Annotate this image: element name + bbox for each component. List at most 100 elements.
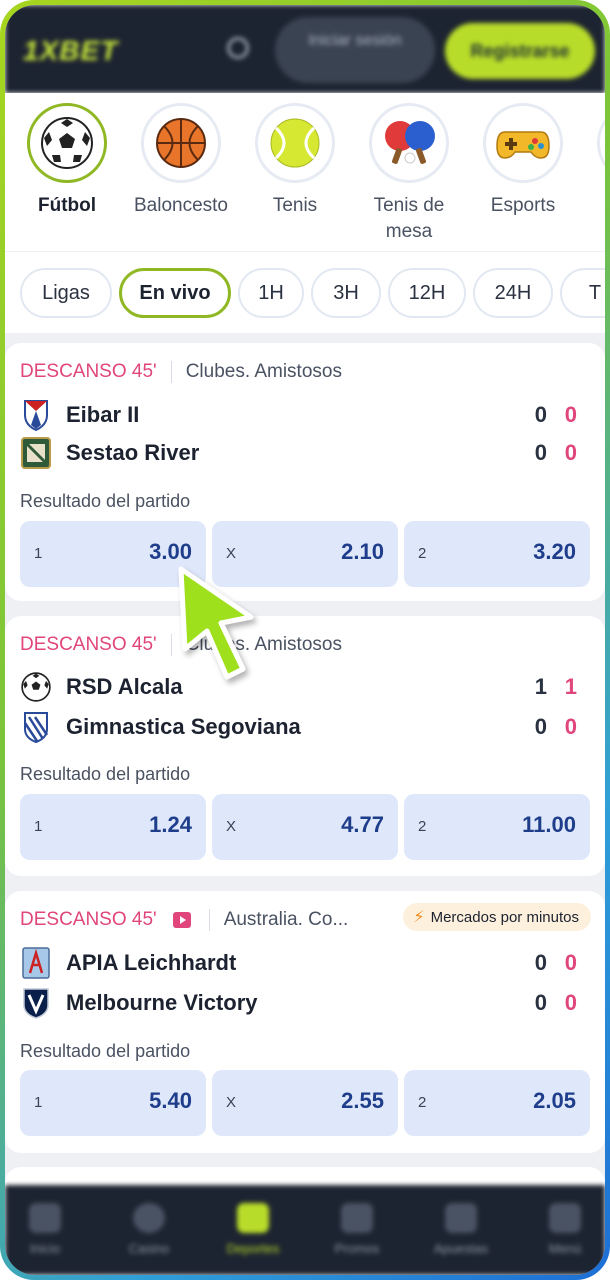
sports-carousel: Fútbol Baloncesto Tenis Tenis de mesa Es… (5, 93, 605, 251)
sport-item-baloncesto[interactable]: Baloncesto (131, 103, 231, 219)
login-button[interactable]: Iniciar sesión (275, 17, 435, 83)
score-period: 0 (564, 990, 577, 1015)
team-name: Sestao River (66, 440, 200, 465)
home-score: 0 0 (517, 945, 577, 981)
sport-label: Baloncesto (133, 195, 228, 216)
filter-chip-ligas[interactable]: Ligas (20, 268, 112, 318)
match-card[interactable]: DESCANSO 45' Clubes. Amistosos RSD Alcal… (5, 616, 605, 876)
away-team: Sestao River (20, 435, 199, 471)
nav-item-promos[interactable]: Promos (317, 1203, 397, 1256)
live-stream-icon[interactable] (172, 912, 191, 928)
time-filter-bar: Ligas En vivo 1H 3H 12H 24H T (5, 251, 605, 333)
ping-pong-icon (369, 103, 449, 183)
sport-item-esports[interactable]: Esports (473, 103, 573, 219)
soccer-ball-icon (27, 103, 107, 183)
gift-icon (341, 1203, 373, 1233)
pointer-arrow-icon (178, 566, 254, 680)
sport-item-tenis-de-mesa[interactable]: Tenis de mesa (359, 103, 459, 245)
device-frame: 1XBET Iniciar sesión Registrarse Fútbol (0, 0, 610, 1280)
nav-item-inicio[interactable]: Inicio (5, 1203, 85, 1256)
match-card[interactable]: DESCANSO 45' Clubes. Amistosos Eibar II … (5, 343, 605, 601)
divider (208, 909, 210, 931)
nav-label: Casino (128, 1241, 170, 1256)
minute-markets-badge[interactable]: ⚡ Mercados por minutos (403, 903, 591, 931)
sport-label: Tenis (272, 195, 318, 216)
nav-item-menu[interactable]: Menú (525, 1203, 605, 1256)
odd-value: 2.55 (341, 1088, 384, 1113)
filter-chip-24h[interactable]: 24H (473, 268, 553, 318)
odd-key: 1 (34, 1094, 43, 1111)
casino-icon (133, 1203, 165, 1233)
team-name: Melbourne Victory (66, 990, 258, 1015)
odd-key: 2 (418, 1094, 427, 1111)
soccer-ball-icon (20, 671, 52, 703)
odd-value: 4.77 (341, 812, 384, 837)
score-period: 0 (564, 440, 577, 465)
filter-chip-more[interactable]: T (560, 268, 605, 318)
sport-item-partial[interactable]: E (587, 103, 605, 219)
segoviana-crest-icon (20, 711, 52, 743)
sport-label: Tenis de mesa (373, 195, 445, 242)
score-main: 0 (534, 950, 547, 975)
home-team: APIA Leichhardt (20, 945, 236, 981)
score-main: 0 (534, 714, 547, 739)
divider (170, 361, 172, 383)
nav-item-deportes[interactable]: Deportes (213, 1203, 293, 1256)
home-team: RSD Alcala (20, 669, 183, 705)
sport-item-futbol[interactable]: Fútbol (17, 103, 117, 219)
odd-key: X (226, 818, 237, 835)
odd-button-2[interactable]: 2 2.05 (404, 1070, 590, 1136)
filter-chip-3h[interactable]: 3H (311, 268, 381, 318)
filter-chip-en-vivo[interactable]: En vivo (119, 268, 231, 318)
odd-key: 2 (418, 818, 427, 835)
match-card[interactable]: DESCANSO 45' Australia. Co... ⚡ Mercados… (5, 891, 605, 1153)
odd-button-2[interactable]: 2 3.20 (404, 521, 590, 587)
score-period: 1 (564, 674, 577, 699)
away-score: 0 0 (517, 985, 577, 1021)
odd-button-2[interactable]: 2 11.00 (404, 794, 590, 860)
filter-chip-1h[interactable]: 1H (238, 268, 304, 318)
search-icon[interactable] (227, 37, 249, 59)
nav-label: Inicio (29, 1241, 61, 1256)
sport-item-tenis[interactable]: Tenis (245, 103, 345, 219)
app-header: 1XBET Iniciar sesión Registrarse (5, 5, 605, 93)
team-name: APIA Leichhardt (66, 950, 237, 975)
score-period: 0 (564, 402, 577, 427)
match-meta: DESCANSO 45' Australia. Co... (20, 907, 348, 933)
odd-value: 5.40 (149, 1088, 192, 1113)
score-period: 0 (564, 950, 577, 975)
sport-label: Esports (490, 195, 556, 216)
score-main: 1 (534, 674, 547, 699)
market-title: Resultado del partido (20, 764, 191, 784)
team-name: Eibar II (66, 402, 140, 427)
odd-button-1[interactable]: 1 5.40 (20, 1070, 206, 1136)
match-status: DESCANSO 45' (20, 634, 157, 655)
sport-label: E (587, 193, 605, 219)
apia-crest-icon (20, 947, 52, 979)
tennis-ball-icon (255, 103, 335, 183)
filter-chip-12h[interactable]: 12H (388, 268, 466, 318)
bet-slip-icon (445, 1203, 477, 1233)
sports-icon (237, 1203, 269, 1233)
register-button[interactable]: Registrarse (445, 23, 595, 79)
eibar-crest-icon (20, 399, 52, 431)
odd-value: 1.24 (149, 812, 192, 837)
odd-value: 11.00 (522, 812, 576, 837)
odd-button-x[interactable]: X 4.77 (212, 794, 398, 860)
league-name[interactable]: Clubes. Amistosos (186, 361, 342, 383)
nav-label: Deportes (226, 1241, 280, 1256)
odd-button-x[interactable]: X 2.55 (212, 1070, 398, 1136)
menu-icon (549, 1203, 581, 1233)
away-team: Gimnastica Segoviana (20, 709, 301, 745)
brand-logo[interactable]: 1XBET (23, 35, 118, 67)
nav-label: Menú (548, 1241, 582, 1256)
sestao-crest-icon (20, 437, 52, 469)
app-screen: 1XBET Iniciar sesión Registrarse Fútbol (5, 5, 605, 1275)
market-title: Resultado del partido (20, 1041, 191, 1061)
score-period: 0 (564, 714, 577, 739)
league-name[interactable]: Australia. Co... (224, 909, 349, 931)
melbourne-victory-crest-icon (20, 987, 52, 1019)
nav-item-casino[interactable]: Casino (109, 1203, 189, 1256)
odd-button-1[interactable]: 1 1.24 (20, 794, 206, 860)
nav-item-apuestas[interactable]: Apuestas (421, 1203, 501, 1256)
